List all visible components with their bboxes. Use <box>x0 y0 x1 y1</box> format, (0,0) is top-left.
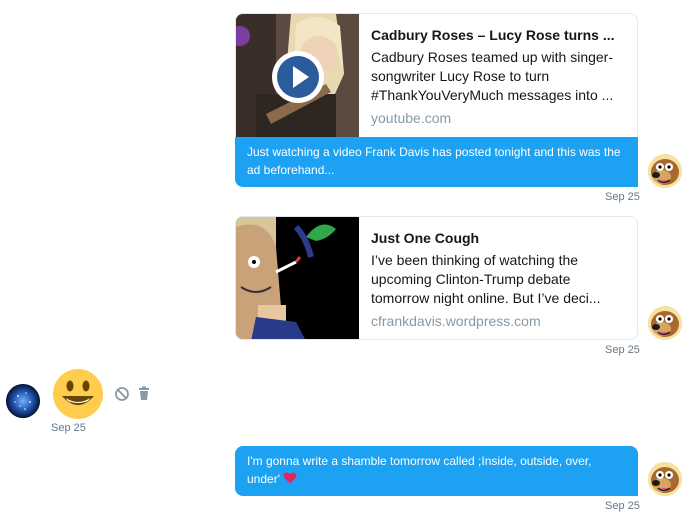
card-description: I’ve been thinking of watching the upcom… <box>371 252 601 306</box>
link-preview-card-blog[interactable]: Just One Cough I’ve been thinking of wat… <box>235 216 638 340</box>
card-domain: cfrankdavis.wordpress.com <box>371 313 541 329</box>
play-button[interactable] <box>271 50 325 104</box>
smiley-emoji <box>52 368 104 420</box>
trash-icon <box>139 386 149 400</box>
dog-avatar-icon <box>648 306 682 340</box>
card-title: Just One Cough <box>371 230 480 246</box>
message-bubble: Just watching a video Frank Davis has po… <box>235 137 638 187</box>
timestamp: Sep 25 <box>605 344 640 356</box>
link-preview-card-youtube[interactable]: Cadbury Roses – Lucy Rose turns ... Cadb… <box>235 13 638 149</box>
sparkle-avatar-icon <box>6 384 40 418</box>
card-description: Cadbury Roses teamed up with singer-song… <box>371 49 614 103</box>
card-domain: youtube.com <box>371 110 452 126</box>
sender-avatar[interactable] <box>6 384 40 418</box>
heart-icon <box>283 472 297 484</box>
play-icon <box>272 51 324 103</box>
message-text: I'm gonna write a shamble tomorrow calle… <box>247 454 592 486</box>
dog-avatar-icon <box>648 462 682 496</box>
timestamp: Sep 25 <box>605 500 640 512</box>
card-title: Cadbury Roses – Lucy Rose turns ... <box>371 27 615 43</box>
blog-thumbnail <box>236 217 359 339</box>
card-info: Cadbury Roses – Lucy Rose turns ... Cadb… <box>371 25 623 128</box>
card-info: Just One Cough I’ve been thinking of wat… <box>371 228 623 331</box>
avatar[interactable] <box>648 462 682 496</box>
block-icon <box>115 387 129 401</box>
timestamp: Sep 25 <box>51 422 86 434</box>
smiley-icon <box>53 369 103 419</box>
dog-avatar-icon <box>648 154 682 188</box>
block-button[interactable] <box>114 386 130 402</box>
avatar[interactable] <box>648 154 682 188</box>
timestamp: Sep 25 <box>605 191 640 203</box>
message-text: Just watching a video Frank Davis has po… <box>247 145 621 177</box>
avatar[interactable] <box>648 306 682 340</box>
message-bubble: I'm gonna write a shamble tomorrow calle… <box>235 446 638 496</box>
delete-button[interactable] <box>137 386 151 402</box>
